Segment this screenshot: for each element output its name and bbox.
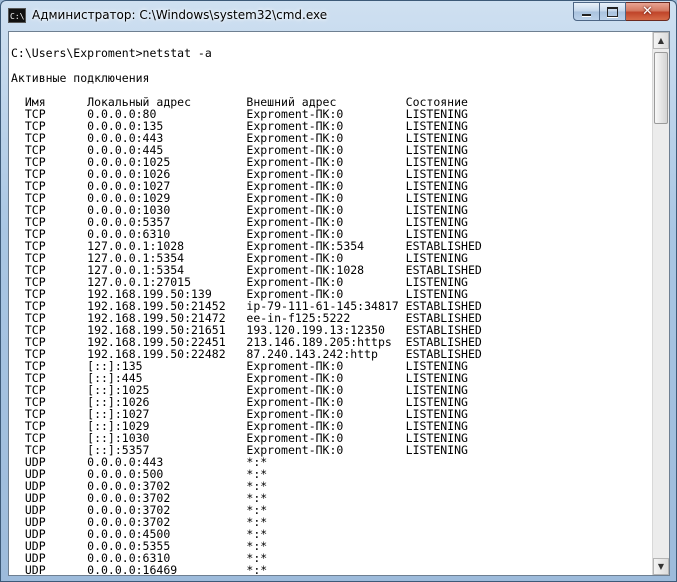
console-client-area[interactable]: C:\Users\Exproment>netstat -a Активные п… <box>8 31 670 576</box>
scroll-up-button[interactable]: ▲ <box>653 32 669 49</box>
table-row: UDP 0.0.0.0:16469 *:* <box>11 563 406 575</box>
scrollbar-thumb[interactable] <box>654 52 668 124</box>
scroll-down-arrow-icon: ▼ <box>657 562 665 571</box>
minimize-icon <box>582 13 591 16</box>
command-prompt-line: C:\Users\Exproment>netstat -a <box>11 46 212 60</box>
connections-table: TCP 0.0.0.0:80 Exproment-ПК:0 LISTENING … <box>11 108 482 575</box>
window-title: Администратор: C:\Windows\system32\cmd.e… <box>32 8 328 22</box>
maximize-icon <box>607 6 618 17</box>
scroll-up-arrow-icon: ▲ <box>657 36 665 45</box>
vertical-scrollbar[interactable]: ▲ ▼ <box>652 32 669 575</box>
scroll-down-button[interactable]: ▼ <box>653 558 669 575</box>
window-controls: ✕ <box>573 2 670 21</box>
console-icon[interactable]: C:\ <box>8 8 26 23</box>
close-button[interactable]: ✕ <box>626 2 670 21</box>
console-output[interactable]: C:\Users\Exproment>netstat -a Активные п… <box>11 32 653 575</box>
cmd-window: C:\ Администратор: C:\Windows\system32\c… <box>0 0 677 582</box>
title-bar[interactable]: C:\ Администратор: C:\Windows\system32\c… <box>1 1 676 31</box>
maximize-button[interactable] <box>600 2 626 21</box>
minimize-button[interactable] <box>573 2 600 21</box>
connections-heading: Активные подключения <box>11 71 150 85</box>
close-icon: ✕ <box>642 4 653 19</box>
